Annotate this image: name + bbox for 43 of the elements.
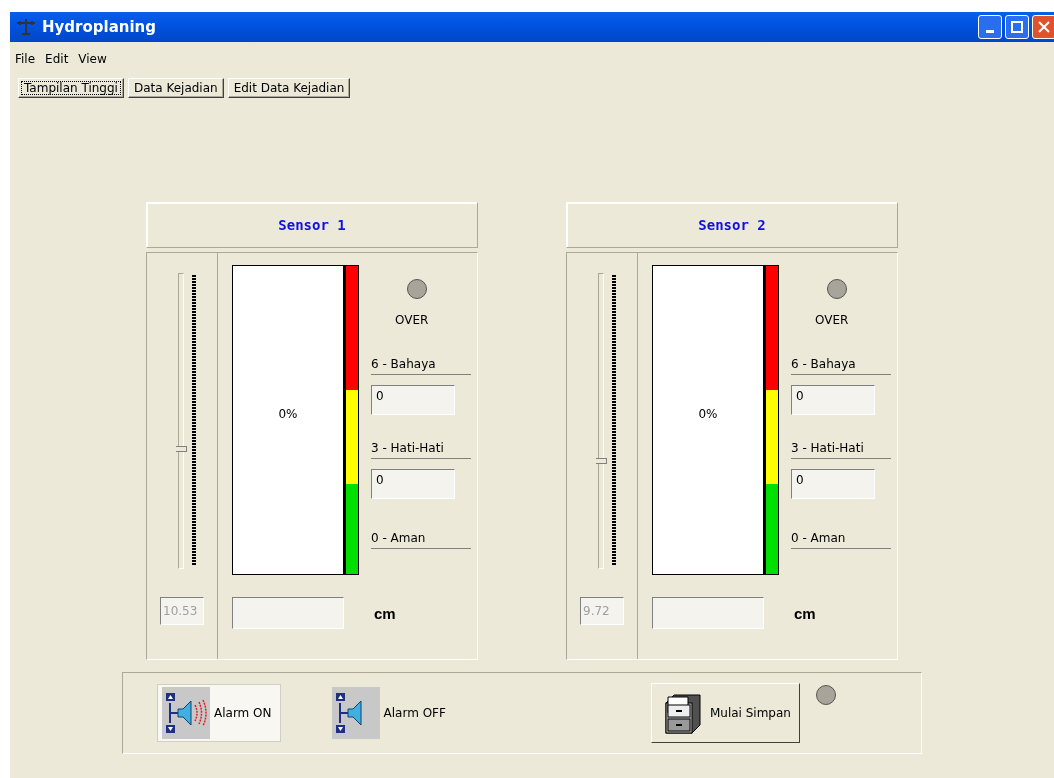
menu-item[interactable]: File — [14, 52, 37, 66]
slider-thumb[interactable] — [596, 458, 607, 465]
slider-track[interactable] — [178, 273, 184, 569]
speaker-sound-icon — [162, 687, 210, 739]
zone-label: 0 - Aman — [371, 531, 471, 549]
zone-label: 3 - Hati-Hati — [791, 441, 891, 459]
zone-label: 0 - Aman — [791, 531, 891, 549]
over-label: OVER — [815, 313, 850, 327]
threshold-field[interactable]: 0 — [371, 469, 455, 499]
window-title: Hydroplaning — [42, 18, 156, 36]
zone-label: 3 - Hati-Hati — [371, 441, 471, 459]
menu-item[interactable]: Edit — [44, 52, 70, 66]
sensor-title: Sensor 1 — [278, 217, 346, 233]
tab[interactable]: Data Kejadian — [127, 78, 224, 98]
unit-label: cm — [374, 604, 396, 622]
over-label: OVER — [395, 313, 430, 327]
save-button[interactable]: Mulai Simpan — [650, 683, 800, 743]
sensor-title: Sensor 2 — [698, 217, 766, 233]
height-field[interactable] — [652, 597, 764, 629]
unit-label: cm — [794, 604, 816, 622]
close-icon — [1038, 21, 1050, 33]
close-button[interactable] — [1032, 15, 1054, 39]
speaker-icon — [331, 687, 380, 739]
minimize-icon — [986, 29, 994, 33]
maximize-button[interactable] — [1005, 15, 1029, 39]
maximize-icon — [1011, 21, 1023, 33]
airplane-icon — [16, 18, 36, 36]
alarm-on-button[interactable]: Alarm ON — [157, 684, 281, 742]
gauge-percent: 0% — [278, 407, 298, 421]
threshold-field[interactable]: 0 — [791, 469, 875, 499]
tab[interactable]: Edit Data Kejadian — [227, 78, 351, 98]
tab[interactable]: Tampilan Tinggi — [18, 78, 124, 98]
height-field[interactable] — [232, 597, 344, 629]
zone-label: 6 - Bahaya — [371, 357, 471, 375]
minimize-button[interactable] — [978, 15, 1002, 39]
slider-thumb[interactable] — [176, 446, 187, 453]
gauge-percent: 0% — [698, 407, 718, 421]
zone-label: 6 - Bahaya — [791, 357, 891, 375]
threshold-field[interactable]: 0 — [791, 385, 875, 415]
threshold-field[interactable]: 0 — [371, 385, 455, 415]
alarm-off-button[interactable]: Alarm OFF — [326, 684, 455, 742]
menu-item[interactable]: View — [77, 52, 108, 66]
slider-track[interactable] — [598, 273, 604, 569]
